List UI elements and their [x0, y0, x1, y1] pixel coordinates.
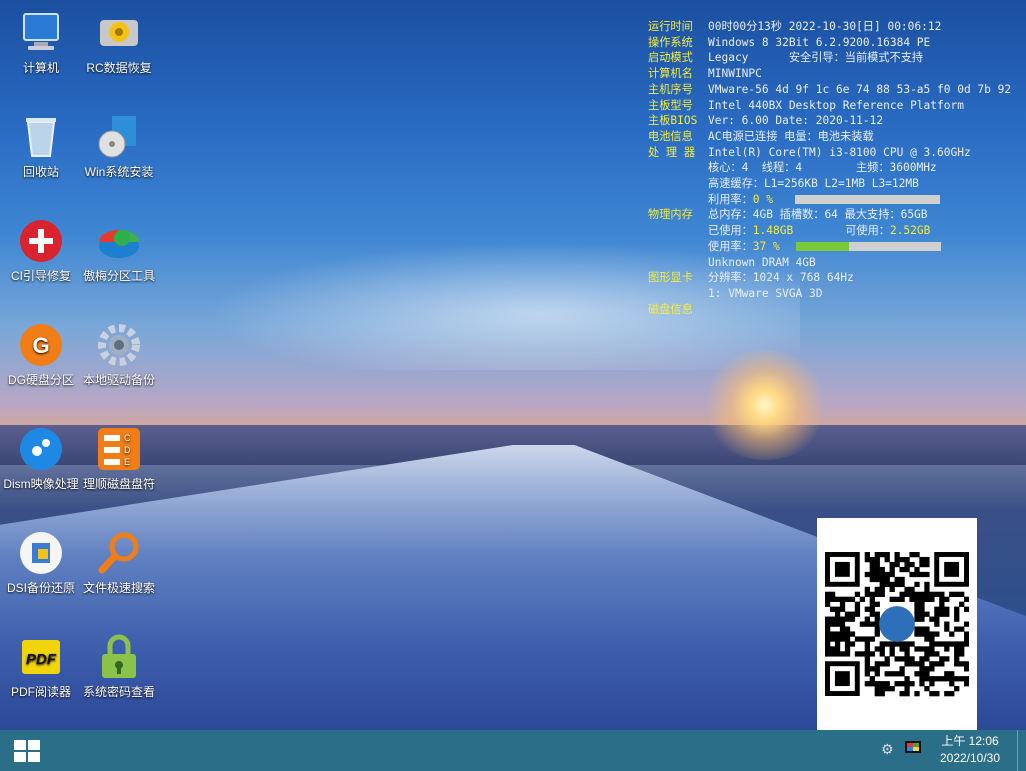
desktop-icon-label: CI引导修复 [10, 269, 71, 283]
pc-name-key: 计算机名 [648, 67, 693, 81]
bios-value: Ver: 6.00 Date: 2020-11-12 [708, 114, 884, 128]
svg-text:E: E [124, 457, 130, 467]
monitor-icon[interactable] [905, 741, 921, 755]
desktop-icon-label: RC数据恢复 [86, 61, 152, 75]
computer-icon [18, 10, 64, 56]
memory-key: 物理内存 [648, 208, 693, 222]
boot-key: 启动模式 [648, 51, 693, 65]
desktop-icon-label: PDF阅读器 [10, 685, 71, 699]
desktop-icon-file-search[interactable]: 文件极速搜索 [79, 530, 159, 596]
cpu-usage-value: 0 % [752, 192, 773, 206]
cpu-usage-label: 利用率： [708, 192, 753, 206]
cpu-value: Intel(R) Core(TM) i3-8100 CPU @ 3.60GHz [708, 145, 971, 159]
svg-text:C: C [124, 433, 131, 443]
dism-icon [18, 426, 64, 472]
desktop-icon-label: 系统密码查看 [82, 685, 155, 699]
desktop-icon-driver-backup[interactable]: 本地驱动备份 [79, 322, 159, 388]
desktop-icon-label: 文件极速搜索 [82, 581, 155, 595]
mem-usage-label: 使用率： [708, 239, 753, 253]
desktop-icon-label: 回收站 [22, 165, 59, 179]
desktop-icon-drive-letter[interactable]: CDE 理顺磁盘盘符 [79, 426, 159, 492]
desktop-icon-password-view[interactable]: 系统密码查看 [79, 634, 159, 700]
desktop-icon-boot-repair[interactable]: CI引导修复 [1, 218, 81, 284]
cpu-cache: 高速缓存：L1=256KB L2=1MB L3=12MB [708, 177, 919, 191]
gpu-key: 图形显卡 [648, 271, 693, 285]
settings-gear-icon[interactable]: ⚙ [881, 741, 897, 757]
svg-text:G: G [32, 333, 49, 358]
clock-date: 2022/10/30 [939, 751, 1001, 765]
serial-key: 主机序号 [648, 82, 693, 96]
desktop-icon-rc-recovery[interactable]: RC数据恢复 [79, 10, 159, 76]
gpu-value: 分辨率：1024 x 768 64Hz [708, 271, 854, 285]
desktop-icon-recycle-bin[interactable]: 回收站 [1, 114, 81, 180]
diskgenius-icon: G [18, 322, 64, 368]
serial-value: VMware-56 4d 9f 1c 6e 74 88 53-a5 f0 0d … [708, 82, 1012, 96]
password-lock-icon [96, 634, 142, 680]
desktop-icon-dism[interactable]: Dism映像处理 [1, 426, 81, 492]
os-key: 操作系统 [648, 35, 693, 49]
win-install-icon [96, 114, 142, 160]
windows-start-icon[interactable] [12, 738, 42, 764]
boot-repair-icon [18, 218, 64, 264]
desktop-icon-label: DSI备份还原 [6, 581, 75, 595]
desktop-icon-win-install[interactable]: Win系统安装 [79, 114, 159, 180]
desktop-icon-label: 本地驱动备份 [82, 373, 155, 387]
battery-value: AC电源已连接 电量：电池未装载 [708, 129, 874, 143]
taskbar-clock[interactable]: 上午 12:06 2022/10/30 [930, 733, 1010, 767]
mem-used-label: 已使用： [708, 224, 753, 238]
desktop-icon-label: DG硬盘分区 [7, 373, 74, 387]
desktop-icon-label: 理顺磁盘盘符 [82, 477, 155, 491]
qr-code [817, 518, 977, 730]
battery-key: 电池信息 [648, 129, 693, 143]
system-info-panel: 运行时间 00时00分13秒 2022-10-30[日] 00:06:12 操作系… [648, 19, 1011, 317]
disk-key: 磁盘信息 [648, 302, 693, 316]
desktop-icon-partition-tool[interactable]: 傲梅分区工具 [79, 218, 159, 284]
driver-backup-icon [96, 322, 142, 368]
taskbar: ⚙ 上午 12:06 2022/10/30 [0, 730, 1026, 771]
pc-name-value: MINWINPC [708, 67, 762, 81]
file-search-icon [96, 530, 142, 576]
desktop-icon-label: Dism映像处理 [3, 477, 79, 491]
os-value: Windows 8 32Bit 6.2.9200.16384 PE [708, 35, 931, 49]
desktop-icon-label: 傲梅分区工具 [82, 269, 155, 283]
board-value: Intel 440BX Desktop Reference Platform [708, 98, 964, 112]
board-key: 主板型号 [648, 98, 693, 112]
mem-usage-bar [795, 242, 941, 252]
cpu-key: 处 理 器 [648, 145, 696, 159]
bios-key: 主板BIOS [648, 114, 698, 128]
gpu-name: 1: VMware SVGA 3D [708, 286, 823, 300]
partition-tool-icon [96, 218, 142, 264]
mem-module: Unknown DRAM 4GB [708, 255, 816, 269]
runtime-value: 00时00分13秒 2022-10-30[日] 00:06:12 [708, 20, 942, 33]
mem-free-label: 可使用： [845, 224, 890, 238]
desktop-icon-pdf-reader[interactable]: PDF PDF阅读器 [1, 634, 81, 700]
desktop-icon-diskgenius[interactable]: G DG硬盘分区 [1, 322, 81, 388]
disk-recovery-icon [96, 10, 142, 56]
mem-usage-value: 37 % [752, 239, 780, 253]
drive-letter-icon: CDE [96, 426, 142, 472]
runtime-key: 运行时间 [648, 20, 693, 33]
cpu-cores: 核心：4 线程：4 主频：3600MHz [708, 161, 937, 175]
mem-usage-fill [795, 242, 850, 252]
pdf-reader-icon: PDF [18, 634, 64, 680]
memory-value: 总内存：4GB 插槽数：64 最大支持：65GB [708, 208, 928, 222]
mem-free-value: 2.52GB [889, 224, 931, 238]
desktop-icon-backup-restore[interactable]: DSI备份还原 [1, 530, 81, 596]
cpu-usage-bar [794, 195, 940, 205]
desktop-icon-label: 计算机 [22, 61, 59, 75]
desktop-icon-computer[interactable]: 计算机 [1, 10, 81, 76]
svg-text:PDF: PDF [26, 651, 57, 668]
svg-text:D: D [124, 445, 131, 455]
boot-value: Legacy 安全引导：当前模式不支持 [708, 51, 924, 65]
backup-restore-icon [18, 530, 64, 576]
mem-used-value: 1.48GB [752, 224, 794, 238]
wallpaper-sun [700, 350, 830, 460]
recycle-bin-icon [18, 114, 64, 160]
desktop-icon-label: Win系统安装 [84, 165, 154, 179]
show-desktop-button[interactable] [1017, 730, 1026, 771]
clock-time: 上午 12:06 [941, 734, 999, 748]
qr-code-image [825, 552, 969, 697]
